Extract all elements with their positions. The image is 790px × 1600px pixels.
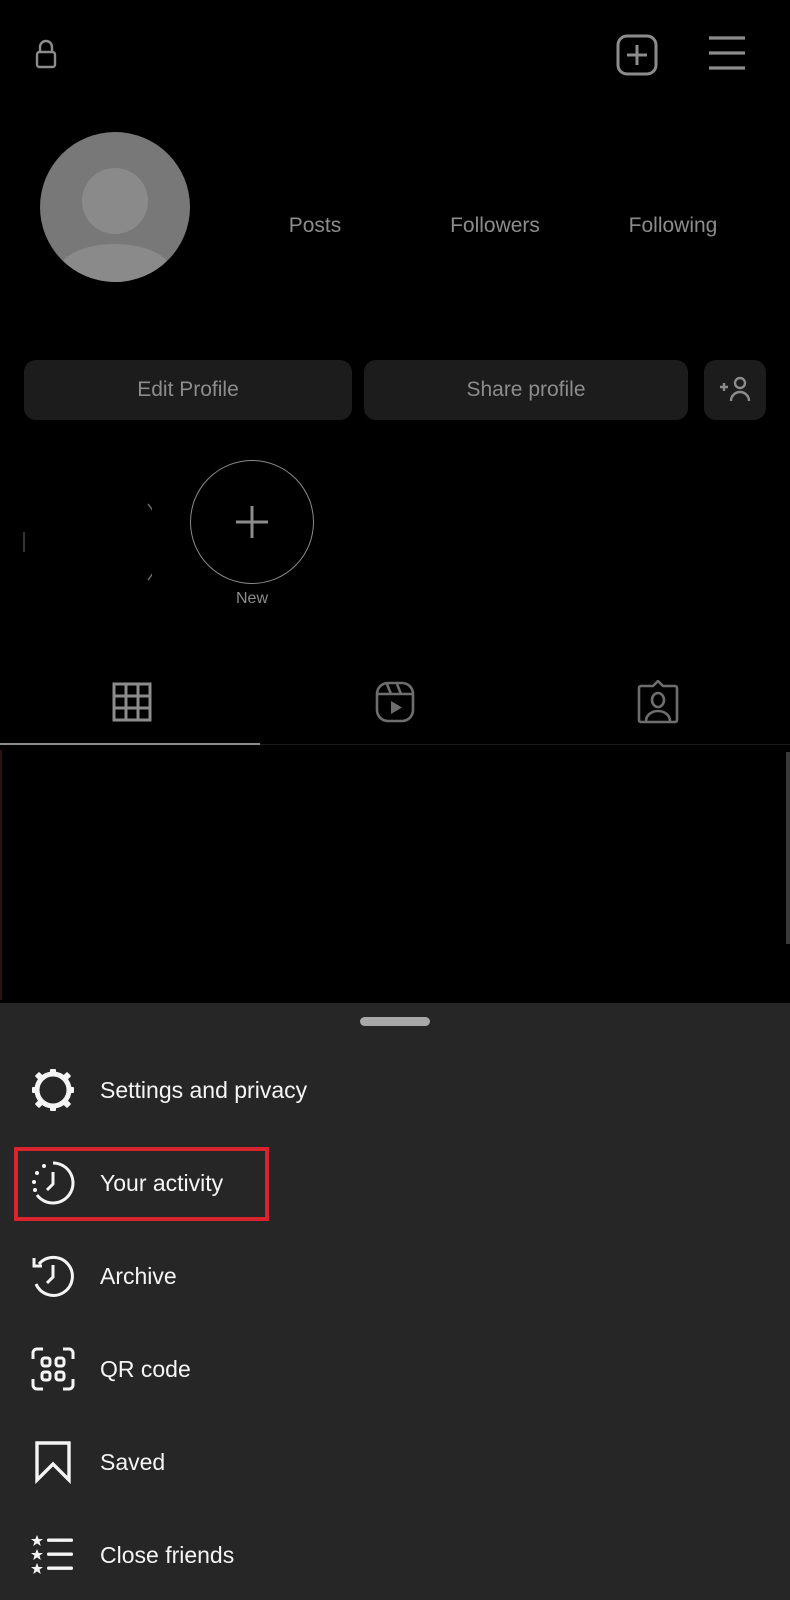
menu-item-saved[interactable]: Saved	[0, 1422, 790, 1502]
avatar-body-shape	[58, 244, 172, 282]
story-highlight-partial[interactable]	[22, 462, 163, 584]
lock-icon	[30, 36, 62, 72]
menu-item-label: Settings and privacy	[100, 1076, 308, 1103]
menu-item-archive[interactable]: Archive	[0, 1236, 790, 1316]
menu-icon	[709, 36, 745, 70]
share-profile-button[interactable]: Share profile	[364, 360, 688, 420]
posts-grid-area	[0, 746, 790, 1004]
gear-icon	[30, 1067, 76, 1113]
tab-reels[interactable]	[263, 670, 526, 734]
stat-posts[interactable]: Posts	[270, 214, 360, 238]
highlight-annotation-box	[14, 1147, 269, 1221]
create-post-button[interactable]	[612, 30, 662, 80]
menu-item-label: Close friends	[100, 1541, 235, 1568]
menu-item-label: Saved	[100, 1448, 166, 1475]
tagged-icon	[637, 680, 678, 724]
active-tab-indicator	[0, 743, 260, 745]
new-highlight-label: New	[235, 590, 268, 607]
add-person-icon	[720, 376, 751, 402]
sheet-drag-handle[interactable]	[360, 1017, 430, 1026]
archive-history-icon	[30, 1253, 76, 1299]
avatar[interactable]	[40, 132, 190, 282]
avatar-head-shape	[82, 168, 148, 234]
menu-item-close-friends[interactable]: Close friends	[0, 1515, 790, 1595]
tab-tagged[interactable]	[526, 670, 789, 734]
new-highlight-button[interactable]	[190, 460, 314, 584]
bookmark-icon	[30, 1439, 76, 1485]
qr-code-icon	[30, 1346, 76, 1392]
menu-item-label: Archive	[100, 1262, 177, 1289]
menu-item-label: QR code	[100, 1355, 191, 1382]
reels-icon	[375, 681, 414, 723]
close-friends-list-icon	[30, 1532, 76, 1578]
tab-divider	[260, 744, 790, 745]
grid-edge-left	[0, 750, 2, 1000]
edit-profile-button[interactable]: Edit Profile	[24, 360, 352, 420]
discover-people-button[interactable]	[704, 360, 766, 420]
create-post-icon	[616, 34, 658, 76]
tab-posts-grid[interactable]	[0, 670, 263, 734]
stat-followers[interactable]: Followers	[440, 214, 550, 238]
menu-button[interactable]	[704, 32, 750, 74]
plus-icon	[236, 506, 268, 538]
menu-item-settings-and-privacy[interactable]: Settings and privacy	[0, 1050, 790, 1130]
stat-following[interactable]: Following	[618, 214, 728, 238]
grid-edge-right	[786, 752, 790, 944]
menu-item-qr-code[interactable]: QR code	[0, 1329, 790, 1409]
grid-icon	[112, 682, 151, 722]
